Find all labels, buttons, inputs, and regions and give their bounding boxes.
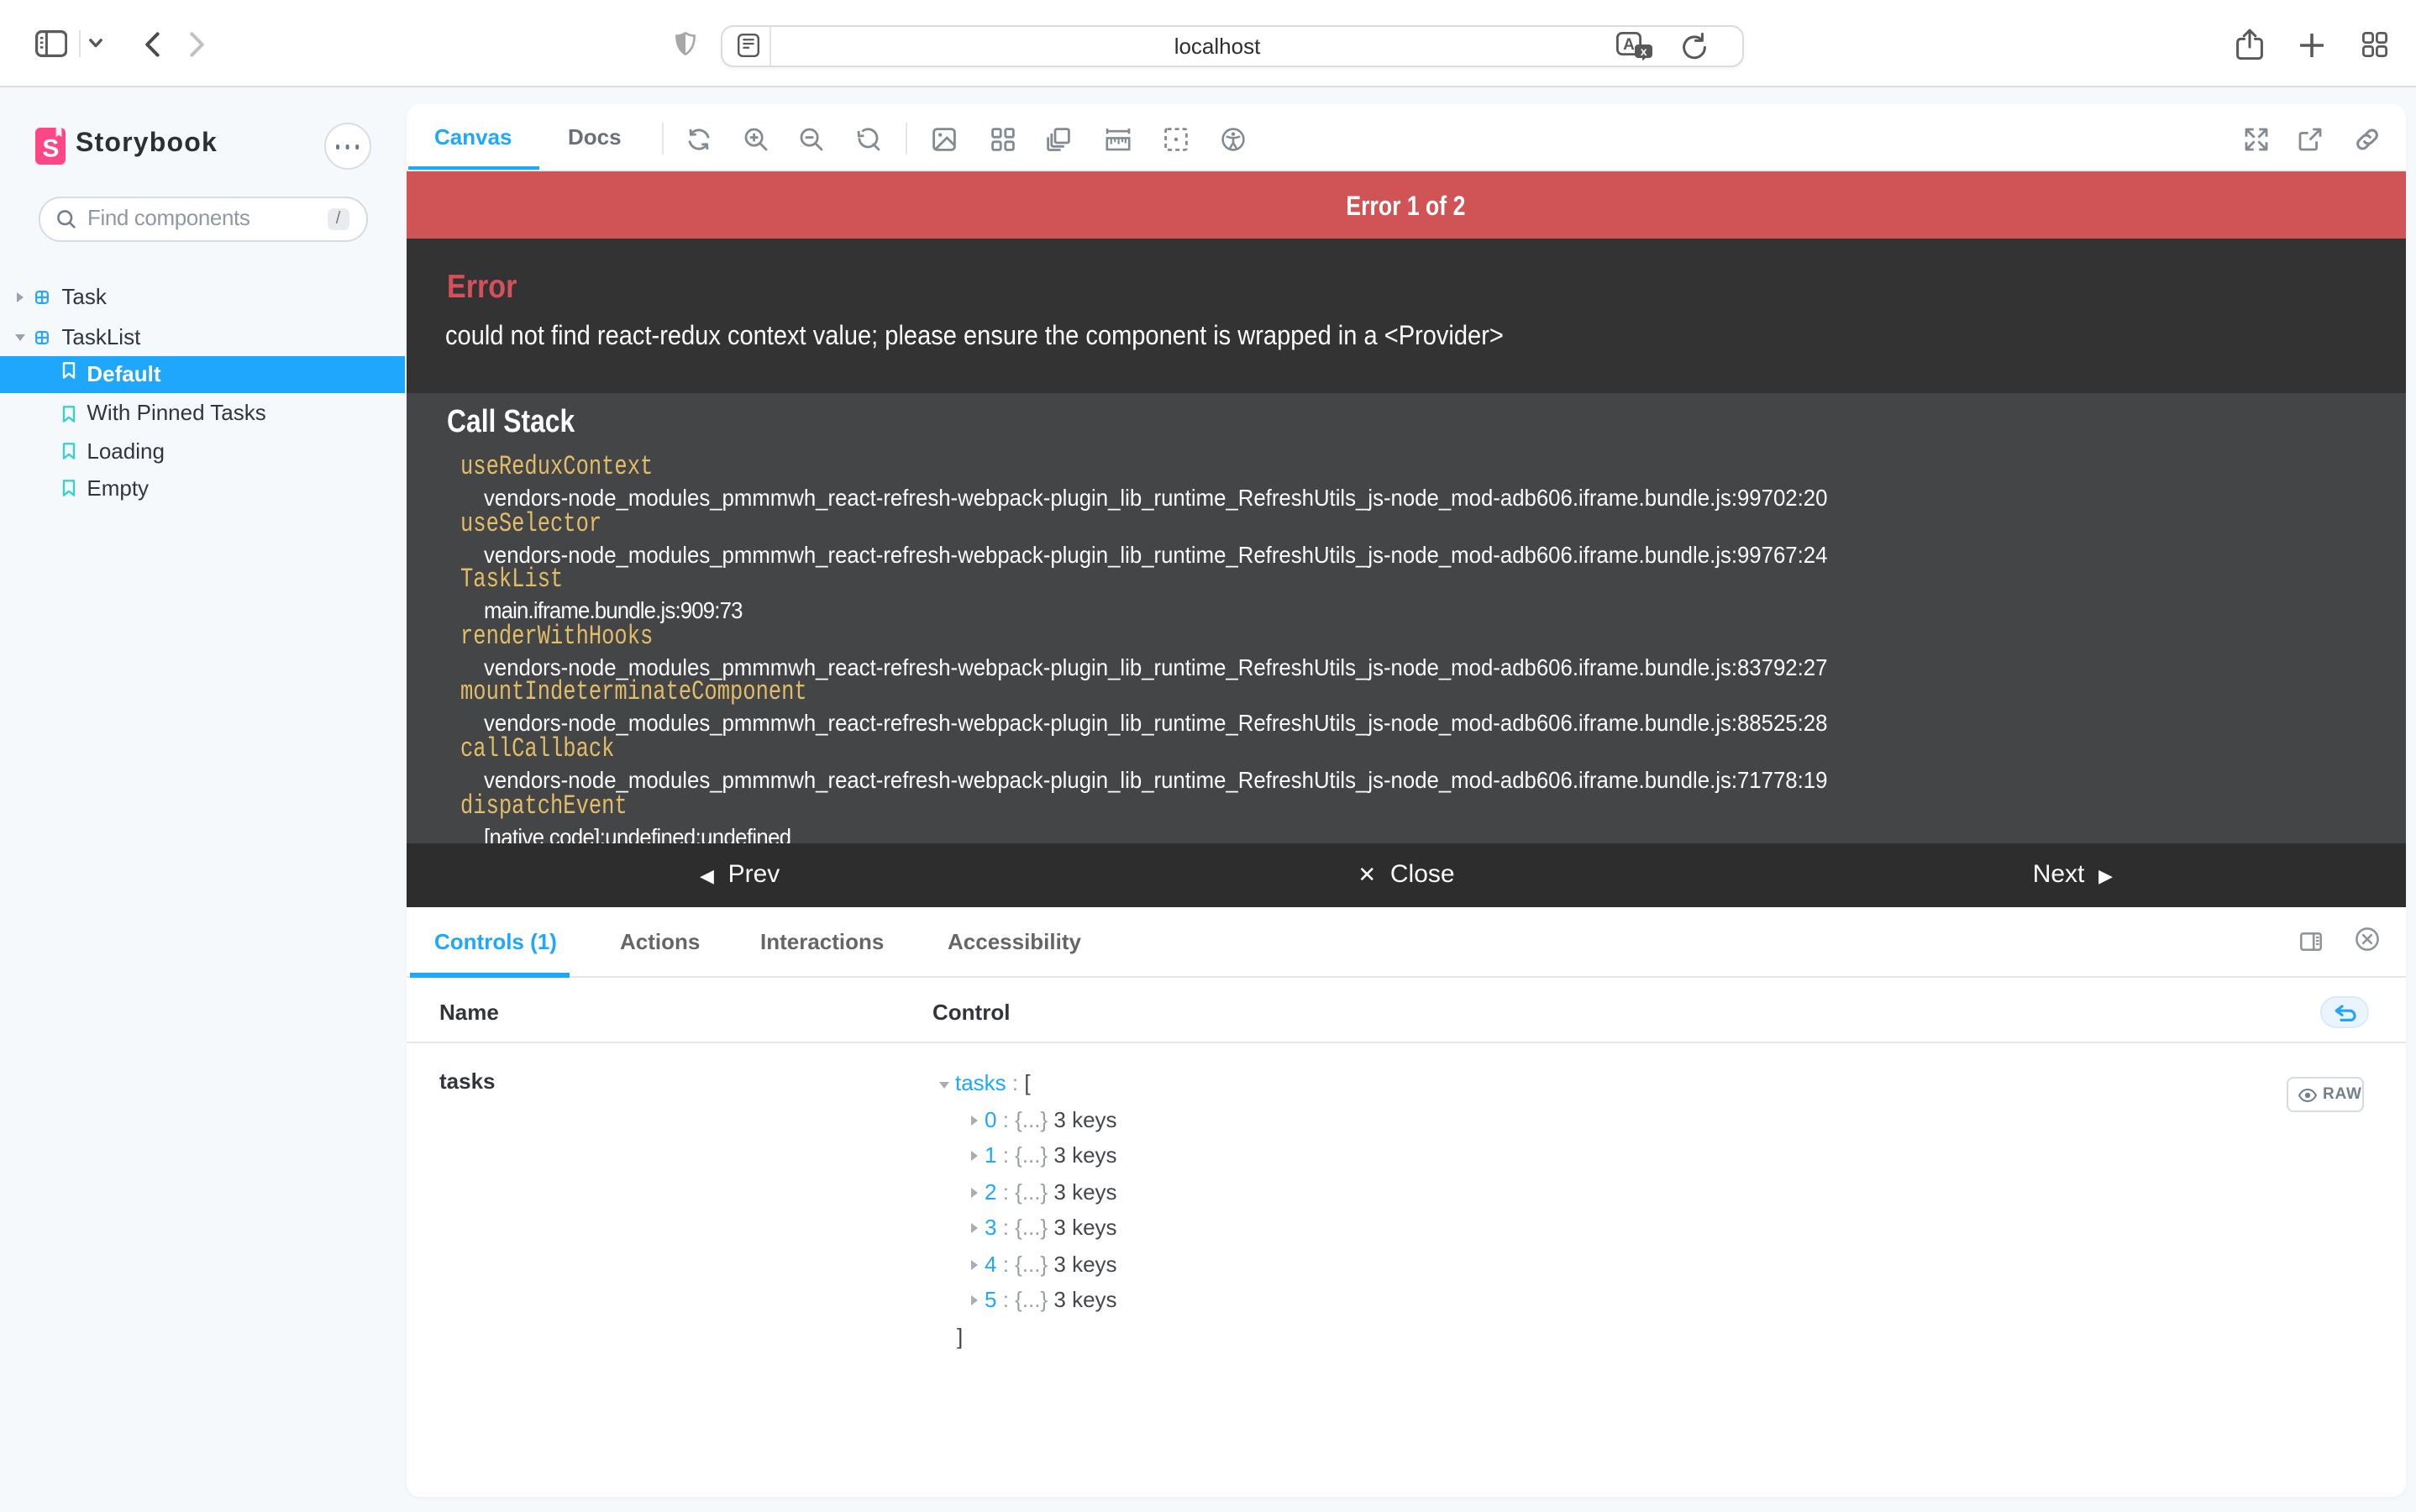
svg-text:x: x	[1640, 45, 1647, 58]
svg-text:A: A	[1622, 36, 1634, 54]
svg-text:S: S	[41, 134, 58, 161]
